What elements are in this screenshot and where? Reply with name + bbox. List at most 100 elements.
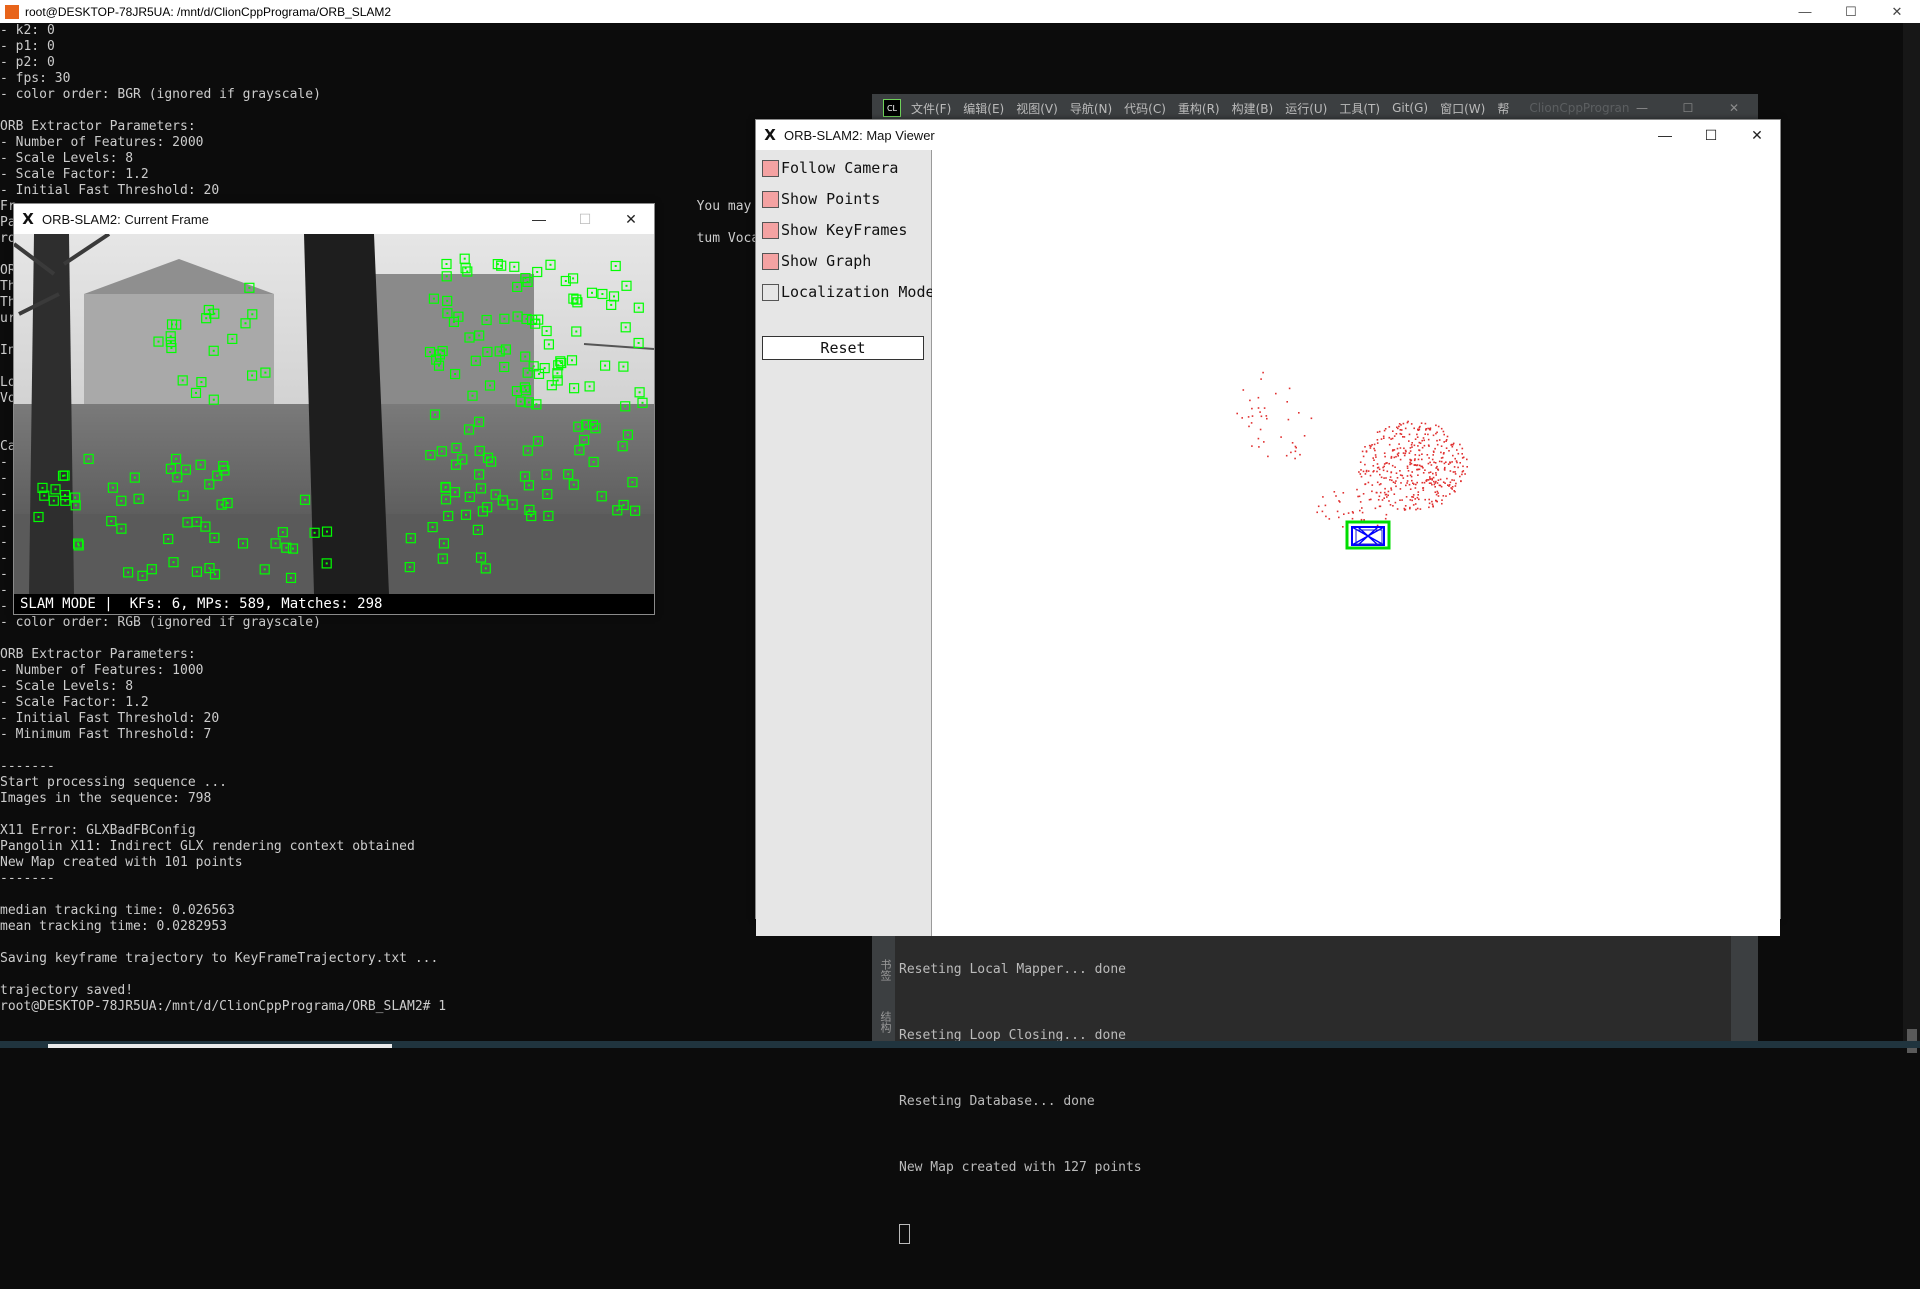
map-point [1445, 439, 1448, 441]
map-point [1376, 470, 1378, 473]
feature-point [616, 509, 619, 512]
map-point [1406, 475, 1409, 477]
current-frame-maximize-button[interactable]: ☐ [562, 204, 608, 234]
map-point [1418, 428, 1421, 431]
clion-minimize-button[interactable]: — [1619, 95, 1665, 121]
map-point [1400, 482, 1402, 484]
feature-point [537, 440, 539, 443]
map-point [1436, 465, 1438, 468]
map-point [1419, 442, 1422, 444]
menu-file[interactable]: 文件(F) [911, 100, 951, 117]
map-point [1251, 407, 1253, 410]
menu-run[interactable]: 运行(U) [1285, 100, 1327, 117]
localization-mode-checkbox[interactable]: Localization Mode [762, 280, 935, 304]
map-point [1388, 443, 1391, 446]
map-point [1435, 472, 1437, 474]
terminal-minimize-button[interactable]: — [1782, 0, 1828, 23]
map-point [1411, 442, 1413, 444]
map-point [1251, 445, 1253, 447]
feature-point [591, 291, 593, 294]
menu-tools[interactable]: 工具(T) [1339, 100, 1380, 117]
map-point [1423, 481, 1426, 484]
feature-point [550, 384, 553, 387]
clion-close-button[interactable]: ✕ [1711, 95, 1757, 121]
map-point [1242, 389, 1245, 391]
map-point [1394, 466, 1396, 468]
map-point [1440, 427, 1443, 430]
show-keyframes-checkbox[interactable]: Show KeyFrames [762, 218, 907, 242]
follow-camera-checkbox[interactable]: Follow Camera [762, 156, 898, 180]
feature-point [534, 322, 537, 325]
menu-build[interactable]: 构建(B) [1232, 100, 1274, 117]
current-frame-window: X ORB-SLAM2: Current Frame — ☐ ✕ SLAM MO… [13, 203, 655, 615]
map-point [1386, 470, 1389, 473]
menu-git[interactable]: Git(G) [1392, 101, 1428, 115]
map-point [1461, 457, 1464, 459]
map-point [1429, 428, 1431, 431]
feature-point [591, 424, 594, 426]
menu-code[interactable]: 代码(C) [1124, 100, 1166, 117]
feature-point [576, 301, 579, 304]
checkbox-box[interactable] [762, 283, 779, 301]
map-point [1423, 439, 1425, 442]
taskbar-active-item[interactable] [48, 1044, 392, 1048]
map-point [1391, 479, 1393, 482]
map-point [1267, 455, 1269, 458]
feature-point [526, 371, 529, 374]
feature-point [455, 446, 458, 449]
console-line: Reseting Local Mapper... done [899, 962, 1126, 977]
menu-edit[interactable]: 编辑(E) [963, 100, 1004, 117]
menu-view[interactable]: 视图(V) [1016, 100, 1058, 117]
feature-point [564, 280, 567, 282]
map-point [1288, 387, 1291, 390]
menu-window[interactable]: 窗口(W) [1440, 100, 1485, 117]
terminal-close-button[interactable]: ✕ [1874, 0, 1920, 23]
map-viewer-maximize-button[interactable]: ☐ [1688, 120, 1734, 150]
menu-refactor[interactable]: 重构(R) [1178, 100, 1220, 117]
menu-navigate[interactable]: 导航(N) [1070, 100, 1112, 117]
map-viewer-minimize-button[interactable]: — [1642, 120, 1688, 150]
show-points-checkbox[interactable]: Show Points [762, 187, 880, 211]
clion-run-console[interactable]: Reseting Local Mapper... done Reseting L… [899, 915, 1142, 1289]
feature-point [220, 503, 223, 506]
map-point [1422, 489, 1425, 491]
map-viewer-window: X ORB-SLAM2: Map Viewer — ☐ ✕ Follow Cam… [755, 119, 1781, 936]
feature-point [445, 263, 448, 265]
map-point [1411, 471, 1413, 473]
map-point [1376, 491, 1378, 494]
clion-maximize-button[interactable]: ☐ [1665, 95, 1711, 121]
checkbox-box[interactable] [762, 190, 779, 208]
feature-point [468, 428, 470, 431]
map-viewer-close-button[interactable]: ✕ [1734, 120, 1780, 150]
current-frame-close-button[interactable]: ✕ [608, 204, 654, 234]
checkbox-box[interactable] [762, 252, 779, 270]
feature-point [440, 450, 443, 453]
checkbox-box[interactable] [762, 221, 779, 239]
map-point [1287, 418, 1290, 421]
menu-help[interactable]: 帮 [1497, 100, 1509, 117]
terminal-maximize-button[interactable]: ☐ [1828, 0, 1874, 23]
map-point [1251, 415, 1254, 417]
reset-button[interactable]: Reset [762, 336, 924, 360]
bookmarks-tab[interactable]: 书签 [877, 959, 893, 981]
current-frame-minimize-button[interactable]: — [516, 204, 562, 234]
map-point [1392, 430, 1394, 432]
terminal-scrollbar[interactable] [1903, 23, 1920, 1053]
map-point [1374, 449, 1376, 452]
map-point [1393, 456, 1396, 459]
map-point [1295, 446, 1297, 449]
feature-point [444, 486, 447, 489]
map-point [1413, 427, 1415, 430]
map-point [1385, 477, 1387, 479]
map-3d-canvas[interactable] [932, 150, 1780, 936]
map-point [1433, 480, 1435, 483]
structure-tab[interactable]: 结构 [877, 1011, 893, 1033]
map-point [1428, 445, 1430, 447]
map-point [1429, 471, 1432, 473]
map-point [1416, 481, 1418, 484]
map-point [1416, 436, 1419, 438]
show-graph-checkbox[interactable]: Show Graph [762, 249, 871, 273]
checkbox-box[interactable] [762, 159, 779, 177]
feature-point [484, 567, 487, 570]
map-point [1395, 480, 1397, 482]
